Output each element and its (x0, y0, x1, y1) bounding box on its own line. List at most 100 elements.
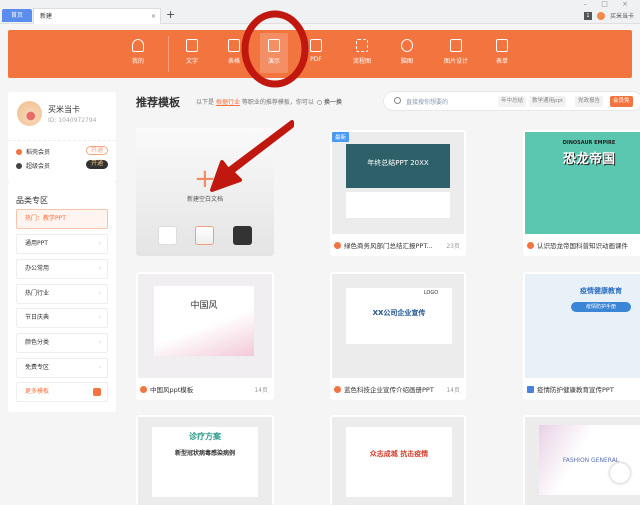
template-card[interactable]: FASHION GENERAL (523, 415, 640, 505)
subtitle-text: 等职业的推荐模板，你可以 (241, 99, 314, 106)
slide-title: 中国风 (154, 286, 254, 356)
search-chip-vip[interactable]: 会员免 (610, 96, 633, 107)
slide-title: 恐龙帝国 (562, 152, 615, 167)
template-card[interactable]: 疫情健康教育 疫情防护手册 疫情防护健康教育宣传PPT (523, 272, 640, 400)
template-card[interactable]: 中国风 中国风ppt模板 14页 (136, 272, 274, 400)
plus-icon: + (194, 164, 216, 194)
docer-icon (334, 385, 341, 393)
chat-button[interactable] (610, 463, 630, 483)
tab-bar: 首页 新建 × + – □ × 1 买米当卡 (0, 0, 640, 24)
nav-flowchart[interactable]: 流程图 (348, 33, 376, 73)
category-item[interactable]: 通用PPT › (16, 234, 108, 254)
template-name: 认识恐龙帝国科普知识动画课件 (527, 240, 628, 250)
template-card[interactable]: 众志成城 抗击疫情 (330, 415, 466, 505)
template-title: 认识恐龙帝国科普知识动画课件 (537, 242, 628, 250)
nav-presentation[interactable]: 演示 (260, 33, 288, 73)
template-card[interactable]: DINOSAUR EMPIRE 恐龙帝国 认识恐龙帝国科普知识动画课件 (523, 130, 640, 256)
template-thumbnail: 疫情健康教育 疫情防护手册 (525, 274, 640, 378)
flowchart-icon (356, 39, 368, 52)
tab-new[interactable]: 新建 × (33, 8, 161, 24)
slide-title: FASHION GENERAL (539, 425, 640, 495)
category-label: 节日庆典 (25, 314, 50, 321)
nav-mindmap[interactable]: 脑图 (393, 33, 421, 73)
image-design-icon (450, 39, 462, 52)
window-controls[interactable]: – □ × (584, 0, 634, 8)
nav-label: 我的 (131, 58, 144, 65)
more-templates[interactable]: 更多模板 (16, 382, 108, 402)
nav-label: 表单 (495, 58, 508, 65)
page-count: 14页 (254, 387, 268, 394)
category-hot[interactable]: 热门：教学PPT (16, 209, 108, 229)
open-docer-button[interactable]: 开通 (86, 146, 108, 155)
search-chip[interactable]: 教学通用ppt (529, 96, 567, 107)
slide-preview: 年终总结PPT 20XX (346, 144, 450, 188)
theme-white[interactable] (158, 226, 177, 245)
slide-sub: LOGO (423, 290, 439, 296)
template-thumbnail: FASHION GENERAL (525, 417, 640, 505)
slide-title: 年终总结PPT (367, 159, 408, 167)
close-icon[interactable]: × (151, 9, 156, 24)
template-title: 疫情防护健康教育宣传PPT (537, 386, 614, 394)
user-box[interactable]: 1 买米当卡 (583, 11, 634, 20)
industry-link[interactable]: 根据行业 (216, 99, 240, 106)
docer-icon (140, 385, 147, 393)
theme-dark[interactable] (233, 226, 252, 245)
app-icon (527, 385, 534, 393)
nav-form[interactable]: 表单 (488, 33, 516, 73)
category-item[interactable]: 免费专区 › (16, 358, 108, 378)
template-card[interactable]: XX公司企业宣传 LOGO 蓝色科技企业宣传介绍画册PPT 14页 (330, 272, 466, 400)
subtitle: 以下是 根据行业 等职业的推荐模板，你可以 ○ 换一换 (196, 97, 342, 106)
pdf-icon (310, 39, 322, 52)
template-card[interactable]: 诊疗方案 新型冠状病毒感染病例 (136, 415, 274, 505)
chevron-right-icon: › (98, 265, 101, 272)
category-item[interactable]: 颜色分类 › (16, 333, 108, 353)
document-icon (186, 39, 198, 52)
tab-home[interactable]: 首页 (2, 9, 32, 22)
template-thumbnail: 众志成城 抗击疫情 (332, 417, 464, 505)
new-blank-document[interactable]: + 新建空白文档 (136, 128, 274, 256)
template-thumbnail: 诊疗方案 新型冠状病毒感染病例 (138, 417, 272, 505)
docer-icon (334, 241, 341, 249)
slide-title: 诊疗方案 (189, 432, 221, 441)
template-thumbnail: DINOSAUR EMPIRE 恐龙帝国 (525, 132, 640, 234)
search-icon (394, 97, 401, 104)
avatar[interactable] (17, 101, 42, 126)
slide-title: 疫情健康教育 (580, 287, 622, 295)
search-placeholder: 直接搜你想要的 (406, 99, 449, 106)
template-card[interactable]: 年终总结PPT 20XX 最新 绿色商务风部门总结汇报PPT... 23页 (330, 130, 466, 256)
subtitle-text: 以下是 (196, 99, 215, 106)
search-chip[interactable]: 年中总结 (498, 96, 527, 107)
user-name: 买米当卡 (609, 13, 634, 20)
slide-sub: 新型冠状病毒感染病例 (174, 450, 235, 457)
slide-preview (346, 192, 450, 218)
star-icon (132, 39, 144, 52)
template-thumbnail: 中国风 (138, 274, 272, 378)
add-tab-button[interactable]: + (166, 8, 175, 21)
notification-badge[interactable]: 1 (583, 11, 592, 20)
nav-writer[interactable]: 文字 (178, 33, 206, 73)
category-item[interactable]: 节日庆典 › (16, 308, 108, 328)
nav-label: 演示 (267, 58, 280, 65)
nav-sheet[interactable]: 表格 (220, 33, 248, 73)
nav-mine[interactable]: 我的 (124, 33, 152, 73)
page-count: 14页 (446, 387, 460, 394)
category-item[interactable]: 热门行业 › (16, 284, 108, 304)
nav-pdf[interactable]: PDF (302, 33, 330, 73)
search-chip[interactable]: 党政报告 (575, 96, 604, 107)
category-item[interactable]: 办公常用 › (16, 259, 108, 279)
template-title: 中国风ppt模板 (150, 386, 194, 394)
user-name: 买米当卡 (48, 105, 80, 114)
template-title: 蓝色科技企业宣传介绍画册PPT (344, 386, 434, 394)
open-super-button[interactable]: 开通 (86, 160, 108, 169)
template-name: 中国风ppt模板 (140, 384, 193, 394)
search-input[interactable]: 直接搜你想要的 年中总结 教学通用ppt 党政报告 会员免 (383, 91, 640, 111)
docer-member: 稻壳会员 (16, 147, 50, 156)
nav-image-design[interactable]: 图片设计 (440, 33, 472, 73)
theme-gradient[interactable] (195, 226, 214, 245)
docer-icon (16, 148, 22, 155)
divider (168, 36, 169, 72)
divider (8, 140, 116, 141)
swap-button[interactable]: ○ 换一换 (317, 99, 342, 106)
chevron-right-icon: › (98, 290, 101, 297)
nav-label: 表格 (227, 58, 240, 65)
